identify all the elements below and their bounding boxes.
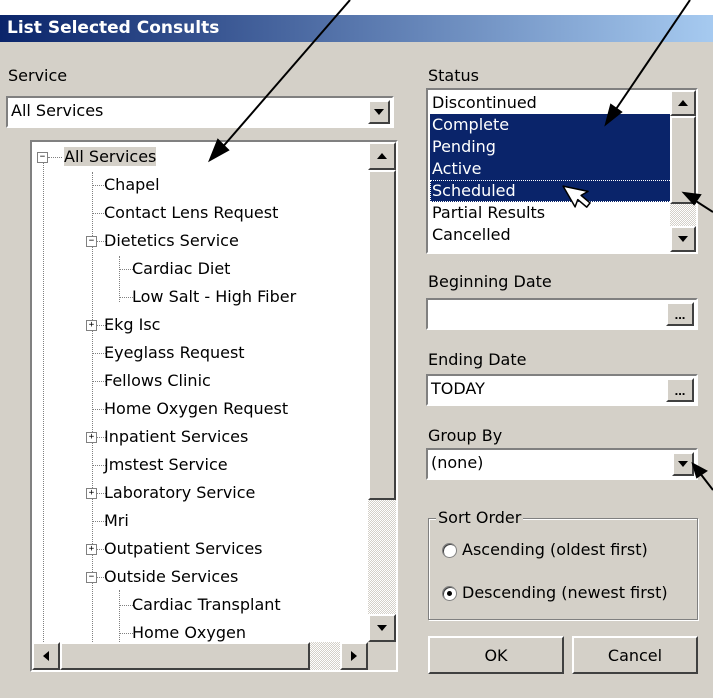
dialog: List Selected Consults Service All Servi… [0, 0, 713, 698]
annotation-arrows [208, 0, 713, 491]
